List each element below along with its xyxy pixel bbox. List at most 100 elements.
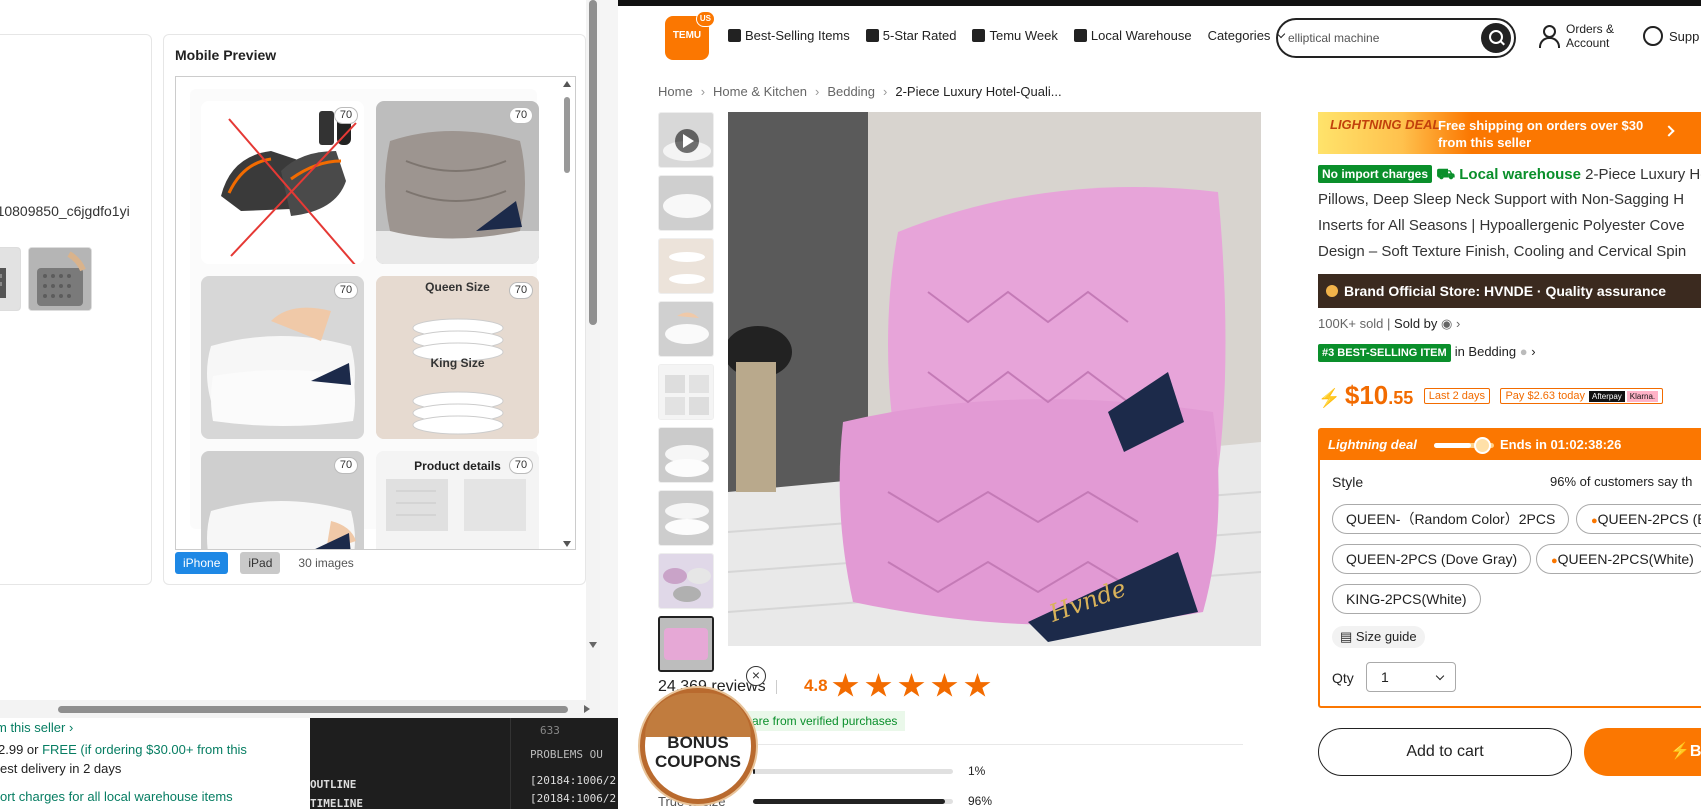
product-title-line: Design – Soft Texture Finish, Cooling an…: [1318, 243, 1687, 260]
thumbnail[interactable]: [658, 490, 714, 546]
left-window: 9810809850_c6jgdfo1yi Mobile Preview 7: [0, 0, 618, 809]
style-option[interactable]: ●QUEEN-2PCS (B: [1576, 504, 1701, 534]
timeline-section[interactable]: TIMELINE: [310, 797, 363, 809]
verified-purchases-note: are from verified purchases: [744, 711, 906, 731]
breadcrumb: Home › Home & Kitchen › Bedding › 2-Piece L…: [658, 84, 1062, 99]
local-warehouse-badge: ⛟ Local warehouse: [1436, 166, 1581, 183]
breadcrumb-home-kitchen[interactable]: Home & Kitchen: [713, 84, 807, 99]
terminal-line: [20184:1006/2: [530, 792, 617, 805]
preview-tile[interactable]: 70: [201, 276, 364, 439]
mobile-preview-card: Mobile Preview 70 70 70 Queen Size King …: [163, 34, 586, 585]
scroll-right-icon[interactable]: [584, 705, 590, 713]
panel-tabs[interactable]: PROBLEMS OU: [530, 748, 603, 761]
search-bar[interactable]: [1276, 18, 1516, 58]
seller-icon[interactable]: ◉ ›: [1441, 316, 1460, 331]
product-title-line: Pillows, Deep Sleep Neck Support with No…: [1318, 191, 1685, 208]
import-charges-link[interactable]: ort charges for all local warehouse item…: [0, 787, 233, 806]
price-cents: .55: [1388, 388, 1414, 408]
breadcrumb-current: 2-Piece Luxury Hotel-Quali...: [895, 84, 1062, 99]
scroll-down-icon[interactable]: [589, 642, 597, 648]
temu-product-page: TEMU US Best-Selling Items 5-Star Rated …: [618, 0, 1701, 809]
nav-local-warehouse[interactable]: Local Warehouse: [1073, 28, 1192, 43]
search-input[interactable]: [1288, 28, 1468, 48]
outline-section[interactable]: OUTLINE: [310, 778, 356, 791]
preview-tile[interactable]: 70: [201, 101, 364, 264]
scrollbar-thumb[interactable]: [58, 706, 568, 713]
nav-five-star[interactable]: 5-Star Rated: [865, 28, 956, 43]
size-guide-button[interactable]: ▤ Size guide: [1332, 626, 1425, 648]
king-size-label: King Size: [430, 356, 485, 370]
star-icon: [832, 673, 859, 697]
code-editor: 633 PROBLEMS OU OUTLINE TIMELINE [20184:…: [310, 718, 618, 809]
preview-scrollbar[interactable]: [561, 79, 573, 549]
nav-best-selling[interactable]: Best-Selling Items: [728, 28, 850, 43]
brand-store-banner[interactable]: Brand Official Store: HVNDE · Quality as…: [1318, 274, 1701, 308]
customer-satisfaction: 96% of customers say th: [1550, 474, 1693, 489]
product-thumb-1[interactable]: [0, 247, 21, 311]
thumbnail[interactable]: [658, 301, 714, 357]
countdown: Ends in 01:02:38:26: [1500, 437, 1622, 452]
iphone-button[interactable]: iPhone: [175, 552, 229, 574]
lightning-deal-box: Lightning deal Ends in 01:02:38:26 Style…: [1318, 428, 1701, 708]
scrollbar-thumb[interactable]: [564, 97, 570, 173]
thumbnail[interactable]: [658, 427, 714, 483]
coupon-envelope-icon: [645, 693, 751, 737]
temu-logo[interactable]: TEMU US: [665, 11, 715, 60]
vertical-scrollbar[interactable]: [586, 0, 600, 718]
thumbnail-video[interactable]: [658, 112, 714, 168]
scrollbar-thumb[interactable]: [589, 0, 597, 325]
buy-now-button[interactable]: ⚡B: [1584, 728, 1701, 776]
lightning-deal-banner[interactable]: LIGHTNING DEAL Free shipping on orders o…: [1318, 112, 1701, 154]
breadcrumb-bedding[interactable]: Bedding: [827, 84, 875, 99]
sold-info: 100K+ sold | Sold by ◉ ›: [1318, 316, 1461, 331]
add-to-cart-button[interactable]: Add to cart: [1318, 728, 1572, 776]
product-thumb-2[interactable]: [28, 247, 92, 311]
seller-info-panel: m this seller › 2.99 or FREE (if orderin…: [0, 718, 310, 809]
mobile-preview-frame[interactable]: 70 70 70 Queen Size King Size 70 70 Prod…: [175, 76, 576, 550]
thumbnail[interactable]: [658, 175, 714, 231]
preview-tile[interactable]: 70: [201, 451, 364, 549]
style-option[interactable]: KING-2PCS(White): [1332, 584, 1481, 614]
style-option[interactable]: ●QUEEN-2PCS(White): [1536, 544, 1701, 574]
orders-account[interactable]: Orders & Account: [1538, 22, 1614, 50]
progress-knob-icon: [1474, 437, 1491, 454]
ipad-button[interactable]: iPad: [240, 552, 281, 574]
scroll-up-icon[interactable]: [563, 81, 571, 87]
image-count-badge: 70: [334, 107, 358, 124]
style-option[interactable]: QUEEN-（Random Color）2PCS: [1332, 504, 1570, 534]
style-option[interactable]: QUEEN-2PCS (Dove Gray): [1332, 544, 1532, 574]
breadcrumb-home[interactable]: Home: [658, 84, 693, 99]
scroll-down-icon[interactable]: [563, 541, 571, 547]
nav-temu-week[interactable]: Temu Week: [972, 28, 1058, 43]
qty-select[interactable]: 1: [1366, 662, 1456, 692]
thumbnail-selected[interactable]: [658, 616, 714, 672]
divider: [510, 718, 511, 809]
bonus-coupons-widget[interactable]: BONUS COUPONS: [640, 688, 756, 804]
preview-tile[interactable]: 70: [376, 101, 539, 264]
no-import-charges-badge: No import charges: [1318, 165, 1433, 183]
product-title-line: No import charges ⛟ Local warehouse 2-Pi…: [1318, 165, 1701, 185]
image-count-badge: 70: [509, 107, 533, 124]
preview-tile[interactable]: Queen Size King Size 70: [376, 276, 539, 439]
preview-dialog: 9810809850_c6jgdfo1yi Mobile Preview 7: [0, 0, 600, 718]
preview-content: 70 70 70 Queen Size King Size 70 70 Prod…: [190, 89, 539, 549]
delivery-line: est delivery in 2 days: [0, 761, 122, 776]
thumbnail[interactable]: [658, 553, 714, 609]
thumbnail[interactable]: [658, 238, 714, 294]
best-selling-badge: #3 BEST-SELLING ITEM: [1318, 344, 1451, 362]
nav-categories[interactable]: Categories: [1208, 28, 1286, 43]
terminal-line: [20184:1006/2: [530, 774, 617, 787]
seller-link[interactable]: m this seller ›: [0, 718, 73, 737]
price-row: ⚡ $10.55 Last 2 days Pay $2.63 today Afte…: [1318, 380, 1664, 411]
close-icon[interactable]: ×: [746, 666, 766, 686]
horizontal-scrollbar[interactable]: [0, 700, 600, 718]
preview-tile[interactable]: Product details 70: [376, 451, 539, 549]
mobile-preview-title: Mobile Preview: [175, 47, 277, 63]
support-link[interactable]: Supp: [1643, 26, 1699, 46]
thumbnail[interactable]: [658, 364, 714, 420]
best-selling-row[interactable]: #3 BEST-SELLING ITEM in Bedding ● ›: [1318, 344, 1536, 362]
main-product-image[interactable]: Hvnde: [728, 112, 1261, 646]
search-icon[interactable]: [1481, 23, 1511, 53]
qty-label: Qty: [1332, 670, 1354, 686]
pay-today-badge: Pay $2.63 today Afterpay Klarna.: [1500, 388, 1664, 404]
